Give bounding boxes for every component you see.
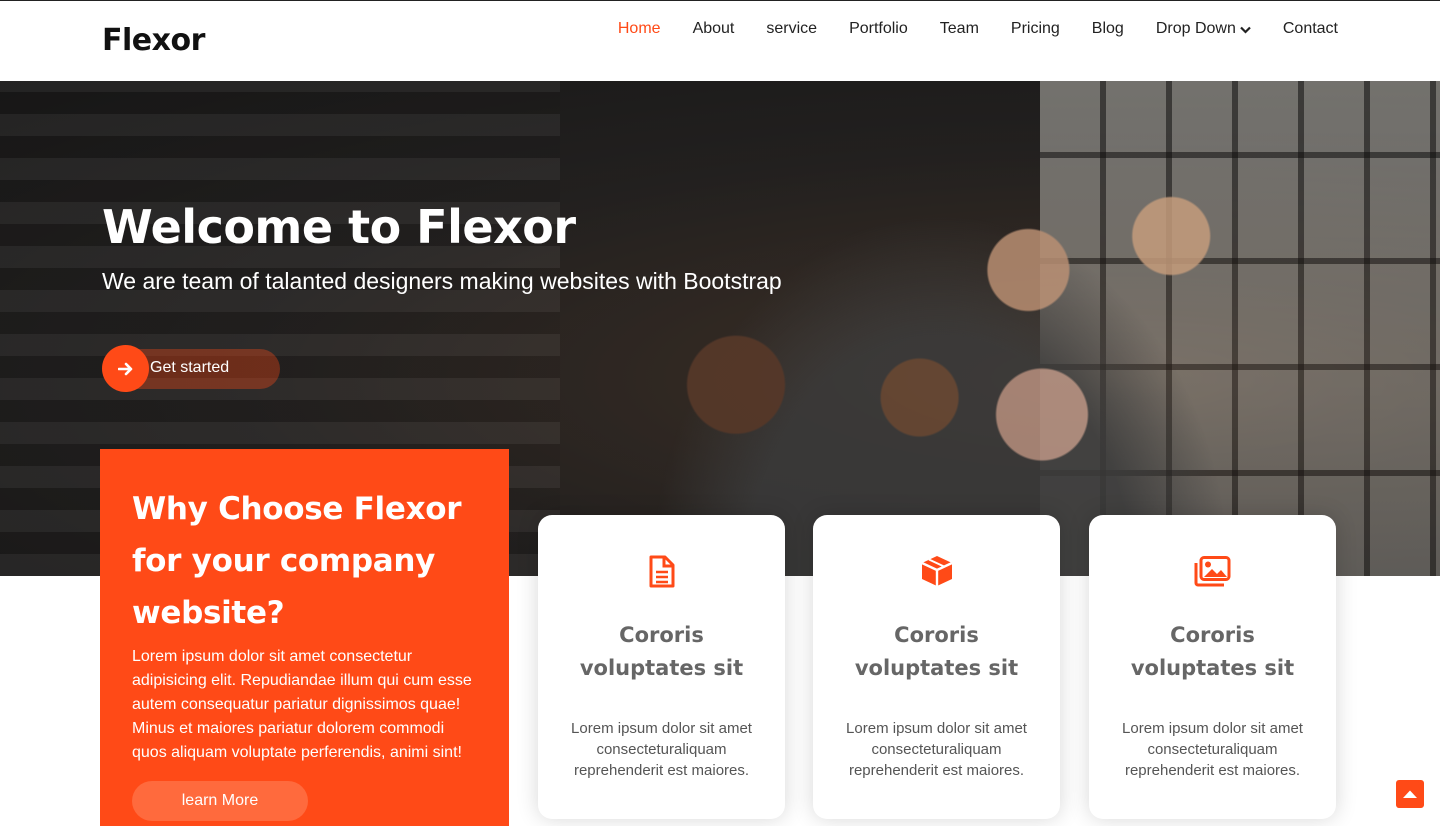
nav-item-service[interactable]: service	[766, 18, 817, 40]
nav-label: About	[692, 20, 735, 37]
site-logo[interactable]: Flexor	[102, 23, 205, 58]
document-icon	[538, 553, 785, 589]
arrow-right-icon	[102, 345, 149, 392]
feature-card-title: Cororis voluptates sit	[579, 623, 744, 680]
back-to-top-button[interactable]	[1396, 780, 1424, 808]
cube-icon	[813, 553, 1060, 589]
feature-card-text: Lorem ipsum dolor sit amet consectetural…	[1122, 720, 1303, 779]
site-header: Flexor Home About service Portfolio Team…	[0, 0, 1440, 81]
feature-card-title: Cororis voluptates sit	[854, 623, 1019, 680]
get-started-label: Get started	[150, 359, 230, 376]
why-title-line: for your company	[132, 543, 436, 579]
nav-label: Blog	[1091, 20, 1124, 37]
hero-title: Welcome to Flexor	[102, 200, 576, 254]
nav-item-pricing[interactable]: Pricing	[1011, 18, 1060, 40]
feature-card: Cororis voluptates sit Lorem ipsum dolor…	[813, 515, 1060, 819]
images-icon	[1089, 553, 1336, 589]
main-nav: Home About service Portfolio Team Pricin…	[586, 18, 1338, 40]
nav-item-about[interactable]: About	[693, 18, 735, 40]
nav-item-dropdown[interactable]: Drop Down	[1156, 18, 1251, 40]
nav-label: Drop Down	[1155, 20, 1236, 37]
chevron-down-icon	[1240, 26, 1251, 34]
nav-label: Portfolio	[849, 20, 908, 37]
nav-label: Pricing	[1010, 20, 1060, 37]
nav-label: Team	[939, 20, 979, 37]
feature-card-title: Cororis voluptates sit	[1130, 623, 1295, 680]
nav-item-portfolio[interactable]: Portfolio	[849, 18, 908, 40]
nav-item-contact[interactable]: Contact	[1283, 18, 1338, 40]
hero-subtitle: We are team of talanted designers making…	[102, 268, 782, 294]
why-choose-title: Why Choose Flexor for your company websi…	[132, 483, 477, 639]
why-choose-box: Why Choose Flexor for your company websi…	[100, 449, 509, 826]
hero-photo-team	[600, 151, 1280, 576]
why-title-line: website?	[132, 595, 285, 631]
nav-item-blog[interactable]: Blog	[1092, 18, 1124, 40]
feature-card: Cororis voluptates sit Lorem ipsum dolor…	[1089, 515, 1336, 819]
why-choose-text: Lorem ipsum dolor sit amet consectetur a…	[132, 648, 472, 761]
nav-label: Contact	[1282, 20, 1338, 37]
nav-item-team[interactable]: Team	[940, 18, 979, 40]
nav-label: Home	[617, 20, 661, 37]
feature-card: Cororis voluptates sit Lorem ipsum dolor…	[538, 515, 785, 819]
feature-card-text: Lorem ipsum dolor sit amet consectetural…	[571, 720, 752, 779]
feature-card-text: Lorem ipsum dolor sit amet consectetural…	[846, 720, 1027, 779]
caret-up-icon	[1403, 790, 1417, 798]
get-started-button[interactable]: Get started	[102, 345, 280, 392]
why-title-line: Why Choose Flexor	[132, 491, 462, 527]
nav-label: service	[766, 20, 818, 37]
nav-item-home[interactable]: Home	[618, 18, 661, 40]
learn-more-button[interactable]: learn More	[132, 781, 308, 821]
